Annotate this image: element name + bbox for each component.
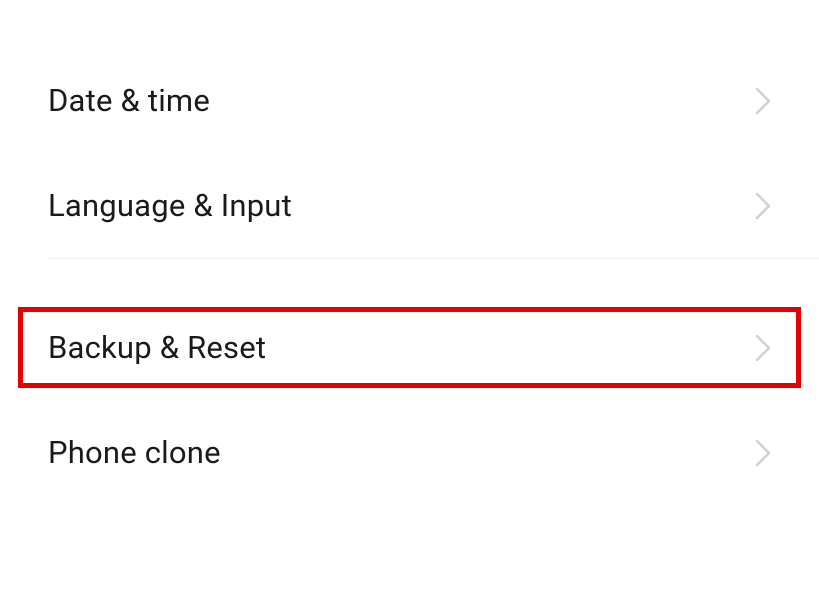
settings-item-language-input[interactable]: Language & Input: [0, 153, 819, 258]
settings-item-date-time[interactable]: Date & time: [0, 48, 819, 153]
settings-item-phone-clone[interactable]: Phone clone: [0, 400, 819, 505]
settings-item-backup-reset[interactable]: Backup & Reset: [0, 295, 819, 400]
chevron-right-icon: [755, 334, 771, 362]
chevron-right-icon: [755, 439, 771, 467]
settings-item-label: Phone clone: [48, 434, 221, 471]
settings-list: Date & time Language & Input Backup & Re…: [0, 0, 819, 505]
settings-item-label: Backup & Reset: [48, 329, 266, 366]
section-gap: [0, 259, 819, 295]
chevron-right-icon: [755, 87, 771, 115]
settings-item-label: Date & time: [48, 82, 210, 119]
settings-item-label: Language & Input: [48, 187, 292, 224]
chevron-right-icon: [755, 192, 771, 220]
